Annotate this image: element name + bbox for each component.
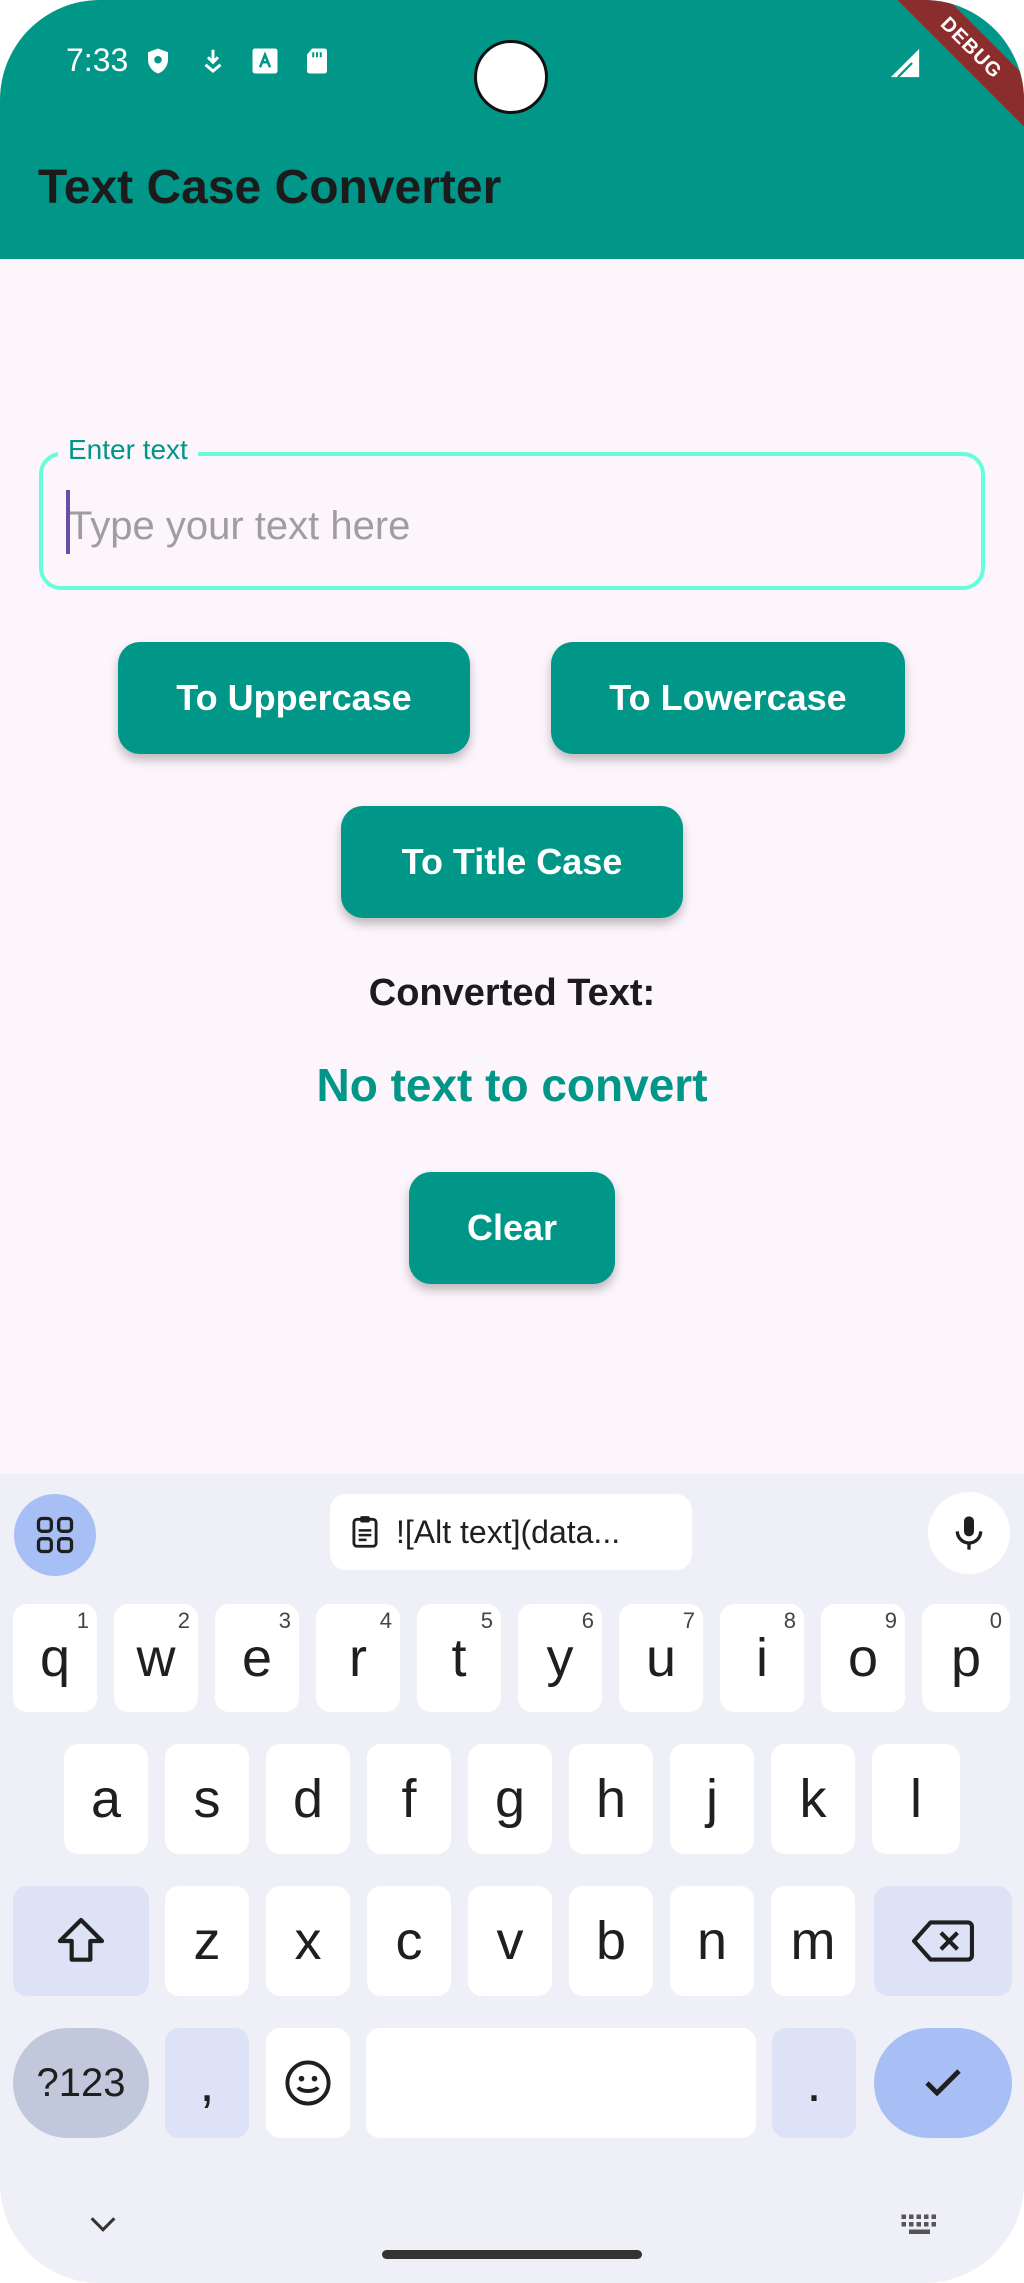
camera-cutout (474, 40, 548, 114)
clear-button[interactable]: Clear (409, 1172, 615, 1284)
key-g[interactable]: g (468, 1744, 552, 1854)
voice-input-button[interactable] (928, 1492, 1010, 1574)
text-input[interactable] (66, 490, 950, 562)
apps-grid-button[interactable] (14, 1494, 96, 1576)
key-d[interactable]: d (266, 1744, 350, 1854)
download-icon (204, 49, 222, 73)
period-key[interactable]: . (772, 2028, 856, 2138)
backspace-icon (912, 1920, 974, 1962)
sd-card-icon (307, 48, 327, 74)
translate-icon (252, 48, 278, 74)
shift-key[interactable] (13, 1886, 149, 1996)
key-n[interactable]: n (670, 1886, 754, 1996)
key-x[interactable]: x (266, 1886, 350, 1996)
key-j[interactable]: j (670, 1744, 754, 1854)
shift-icon (57, 1917, 105, 1962)
key-s[interactable]: s (165, 1744, 249, 1854)
emoji-icon (285, 2060, 331, 2106)
input-label: Enter text (58, 434, 198, 466)
key-v[interactable]: v (468, 1886, 552, 1996)
key-c[interactable]: c (367, 1886, 451, 1996)
phone-screen: 7:33 DEBUG Text Case Converter Enter tex… (0, 0, 1024, 2283)
symbols-key[interactable]: ?123 (13, 2028, 149, 2138)
key-e[interactable]: e3 (215, 1604, 299, 1712)
checkmark-icon (925, 2069, 961, 2097)
soft-keyboard (0, 1474, 1024, 2283)
key-k[interactable]: k (771, 1744, 855, 1854)
key-a[interactable]: a (64, 1744, 148, 1854)
to-lowercase-button[interactable]: To Lowercase (551, 642, 905, 754)
space-key[interactable] (366, 2028, 756, 2138)
app-title: Text Case Converter (38, 161, 502, 214)
converted-text-label: Converted Text: (368, 972, 656, 1014)
emoji-key[interactable] (266, 2028, 350, 2138)
to-uppercase-button[interactable]: To Uppercase (118, 642, 470, 754)
key-i[interactable]: i8 (720, 1604, 804, 1712)
text-cursor (66, 490, 70, 554)
signal-icon (890, 48, 920, 78)
done-key[interactable] (874, 2028, 1012, 2138)
clipboard-icon (352, 1516, 378, 1548)
chevron-down-icon[interactable] (86, 2212, 120, 2236)
status-time: 7:33 (66, 42, 129, 78)
clipboard-suggestion[interactable]: ![Alt text](data... (330, 1494, 692, 1570)
key-o[interactable]: o9 (821, 1604, 905, 1712)
key-f[interactable]: f (367, 1744, 451, 1854)
key-z[interactable]: z (165, 1886, 249, 1996)
key-q[interactable]: q1 (13, 1604, 97, 1712)
backspace-key[interactable] (874, 1886, 1012, 1996)
key-m[interactable]: m (771, 1886, 855, 1996)
comma-key[interactable]: , (165, 2028, 249, 2138)
shield-icon (148, 48, 168, 74)
key-h[interactable]: h (569, 1744, 653, 1854)
key-w[interactable]: w2 (114, 1604, 198, 1712)
key-t[interactable]: t5 (417, 1604, 501, 1712)
key-b[interactable]: b (569, 1886, 653, 1996)
to-title-case-button[interactable]: To Title Case (341, 806, 683, 918)
key-p[interactable]: p0 (922, 1604, 1010, 1712)
key-u[interactable]: u7 (619, 1604, 703, 1712)
grid-icon (36, 1516, 74, 1554)
app-bar: 7:33 DEBUG Text Case Converter (0, 0, 1024, 259)
key-y[interactable]: y6 (518, 1604, 602, 1712)
gesture-nav-bar[interactable] (382, 2250, 642, 2259)
microphone-icon (955, 1516, 983, 1550)
keyboard-switch-icon[interactable] (900, 2212, 942, 2238)
key-r[interactable]: r4 (316, 1604, 400, 1712)
key-l[interactable]: l (872, 1744, 960, 1854)
clipboard-text: ![Alt text](data... (396, 1513, 621, 1550)
converted-text-value: No text to convert (316, 1059, 708, 1111)
